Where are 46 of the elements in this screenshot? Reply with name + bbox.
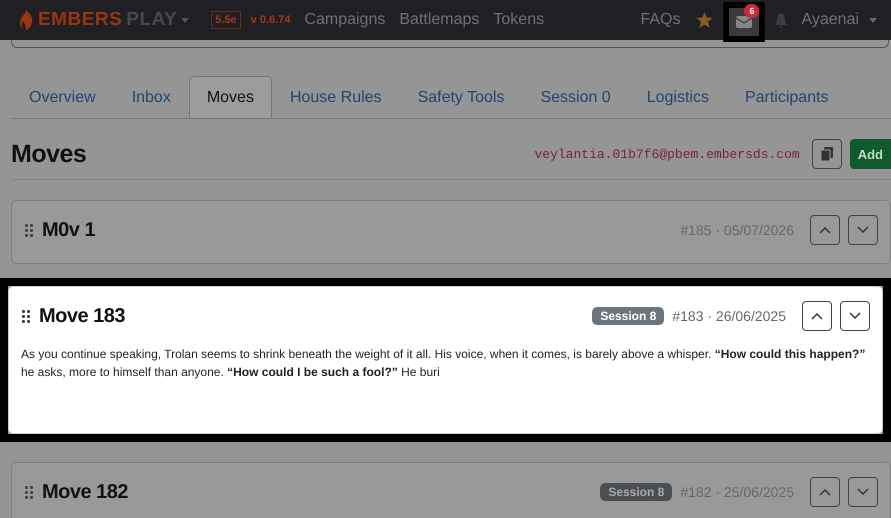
tab[interactable]: Overview <box>11 76 114 118</box>
chevron-down-icon <box>849 312 861 320</box>
inbox-button[interactable]: 6 <box>723 2 766 42</box>
chevron-down-icon <box>857 226 869 234</box>
chevron-down-icon <box>857 488 869 496</box>
user-menu[interactable]: Ayaenai <box>801 11 859 29</box>
drag-handle-icon[interactable] <box>24 223 34 237</box>
move-title: M0v 1 <box>42 218 96 242</box>
chevron-up-icon <box>819 488 831 496</box>
add-button[interactable]: Add <box>850 139 891 169</box>
chevron-up-icon <box>811 312 823 320</box>
email-address: veylantia.01b7f6@pbem.embersds.com <box>534 146 800 162</box>
copy-button[interactable] <box>812 139 842 169</box>
move-title: Move 182 <box>42 480 130 504</box>
flame-logo-icon <box>18 9 34 31</box>
tab[interactable]: Logistics <box>628 76 727 118</box>
tab[interactable]: Inbox <box>114 76 189 118</box>
session-tag: Session 8 <box>600 483 672 501</box>
tab[interactable]: Moves <box>188 76 272 118</box>
tab[interactable]: Safety Tools <box>400 76 522 118</box>
move-text: As you continue speaking, Trolan seems to shrink beneath the weight of it all. His voice, when it comes, is barely above a whisper. “How could this happen?” he asks, more to himself than anyone. “How could I be such a fool?” He buri <box>21 346 866 381</box>
caret-icon[interactable] <box>181 18 190 22</box>
edition-badge: 5.5e <box>211 11 241 29</box>
envelope-icon <box>736 16 752 28</box>
move-title: Move 183 <box>39 304 126 328</box>
tab[interactable]: House Rules <box>272 76 400 118</box>
chevron-up-icon <box>819 226 831 234</box>
move-up-button[interactable] <box>802 301 832 331</box>
page-title: Moves <box>11 140 88 168</box>
move-meta: #183 · 26/06/2025 <box>672 308 786 324</box>
caret-icon[interactable] <box>869 18 877 22</box>
nav-link[interactable]: Campaigns <box>304 11 386 29</box>
session-tag: Session 8 <box>592 307 664 325</box>
version-label: v 0.6.74 <box>250 14 290 26</box>
drag-handle-icon[interactable] <box>24 485 34 499</box>
move-down-button[interactable] <box>840 301 870 331</box>
drag-handle-icon[interactable] <box>21 309 31 323</box>
star-icon[interactable] <box>696 12 714 28</box>
unread-badge: 6 <box>744 4 760 18</box>
brand-name[interactable]: EMBERS <box>38 9 122 31</box>
tab[interactable]: Session 0 <box>522 76 629 118</box>
nav-link[interactable]: Battlemaps <box>399 11 480 29</box>
faq-link[interactable]: FAQs <box>640 11 680 29</box>
tab[interactable]: Participants <box>726 76 847 118</box>
copy-icon <box>820 147 833 161</box>
nav-link[interactable]: Tokens <box>493 11 544 29</box>
